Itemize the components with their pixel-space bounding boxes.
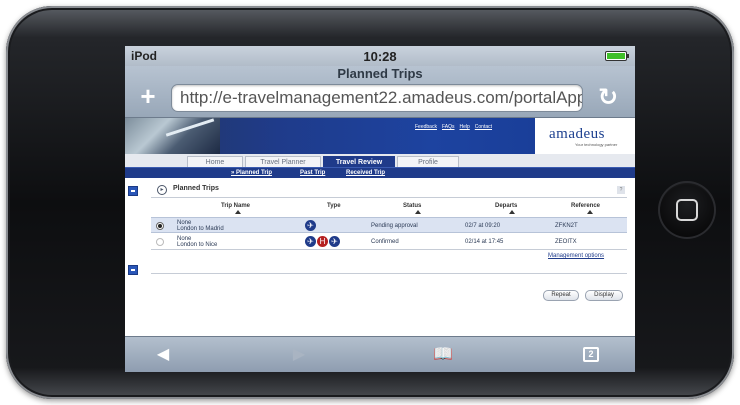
tab-travel-planner[interactable]: Travel Planner bbox=[245, 156, 321, 167]
collapse-toggle-icon[interactable] bbox=[128, 186, 138, 196]
subnav-past-trip[interactable]: Past Trip bbox=[300, 168, 325, 179]
feedback-link[interactable]: Feedback bbox=[415, 124, 437, 130]
contact-link[interactable]: Contact bbox=[475, 124, 492, 130]
tab-profile[interactable]: Profile bbox=[397, 156, 459, 167]
trip-route: London to Nice bbox=[177, 242, 218, 248]
col-type[interactable]: Type bbox=[327, 203, 341, 209]
pages-icon[interactable]: 2 bbox=[583, 347, 599, 362]
page-title: Planned Trips bbox=[337, 66, 423, 81]
banner-image bbox=[125, 118, 220, 154]
trip-reference: ZEOITX bbox=[555, 239, 577, 245]
logo-box: amadeus Your technology partner bbox=[535, 118, 635, 154]
subnav-received-trip[interactable]: Received Trip bbox=[346, 168, 385, 179]
amadeus-logo: amadeus bbox=[549, 126, 605, 142]
sort-arrow-icon[interactable] bbox=[415, 210, 421, 214]
browser-toolbar: ◀ ▶ 📖 2 bbox=[125, 336, 635, 372]
header-links: Feedback FAQs Help Contact bbox=[415, 124, 497, 130]
logo-tagline: Your technology partner bbox=[575, 142, 618, 147]
row-radio[interactable] bbox=[156, 222, 164, 230]
section-title: Planned Trips bbox=[173, 185, 219, 192]
table-row[interactable]: None London to Nice ✈ H ✈ Confirmed 02/14… bbox=[151, 234, 627, 250]
tab-travel-review[interactable]: Travel Review bbox=[323, 156, 395, 167]
trip-departs: 02/7 at 09:20 bbox=[465, 223, 501, 229]
back-button[interactable]: ◀ bbox=[149, 343, 177, 367]
display-button[interactable]: Display bbox=[585, 290, 623, 301]
browser-url-area: Planned Trips + http://e-travelmanagemen… bbox=[125, 66, 635, 118]
site-tabs: Home Travel Planner Travel Review Profil… bbox=[125, 154, 635, 167]
expand-circle-icon[interactable]: ▸ bbox=[157, 185, 167, 195]
col-status[interactable]: Status bbox=[403, 203, 421, 209]
forward-button[interactable]: ▶ bbox=[285, 343, 313, 367]
management-options-link[interactable]: Management options bbox=[548, 253, 604, 259]
trip-status: Confirmed bbox=[371, 239, 399, 245]
help-icon[interactable]: ? bbox=[617, 186, 625, 194]
home-square-icon bbox=[676, 199, 698, 221]
flight-icon: ✈ bbox=[305, 220, 316, 231]
subnav-planned-trip[interactable]: » Planned Trip bbox=[231, 168, 272, 179]
flight-icon: ✈ bbox=[305, 236, 316, 247]
sort-arrow-icon[interactable] bbox=[509, 210, 515, 214]
repeat-button[interactable]: Repeat bbox=[543, 290, 579, 301]
table-row[interactable]: None London to Madrid ✈ Pending approval … bbox=[151, 217, 627, 233]
clock: 10:28 bbox=[363, 49, 397, 64]
help-link[interactable]: Help bbox=[459, 124, 469, 130]
hotel-icon: H bbox=[317, 236, 328, 247]
faqs-link[interactable]: FAQs bbox=[442, 124, 455, 130]
web-content: Feedback FAQs Help Contact amadeus Your tec… bbox=[125, 118, 635, 336]
col-reference[interactable]: Reference bbox=[571, 203, 600, 209]
row-radio[interactable] bbox=[156, 238, 164, 246]
screen: iPod 10:28 Planned Trips + http://e-trav… bbox=[125, 46, 635, 372]
col-trip-name[interactable]: Trip Name bbox=[221, 203, 250, 209]
sort-arrow-icon[interactable] bbox=[587, 210, 593, 214]
trip-reference: ZFKN2T bbox=[555, 223, 578, 229]
url-field[interactable]: http://e-travelmanagement22.amadeus.com/… bbox=[171, 84, 583, 112]
trip-departs: 02/14 at 17:45 bbox=[465, 239, 504, 245]
sub-navigation: » Planned Trip Past Trip Received Trip bbox=[125, 167, 635, 178]
reload-button[interactable]: ↻ bbox=[593, 83, 623, 113]
site-banner: Feedback FAQs Help Contact amadeus Your tec… bbox=[125, 118, 635, 154]
divider bbox=[151, 273, 627, 274]
home-button[interactable] bbox=[658, 181, 716, 239]
battery-icon bbox=[605, 51, 629, 61]
bookmarks-icon[interactable]: 📖 bbox=[429, 343, 457, 367]
sort-arrow-icon[interactable] bbox=[235, 210, 241, 214]
car-icon: ✈ bbox=[329, 236, 340, 247]
trip-route: London to Madrid bbox=[177, 226, 224, 232]
table-header: Trip Name Type Status Departs Reference bbox=[151, 202, 627, 216]
trip-name: None London to Madrid bbox=[177, 220, 224, 232]
trip-status: Pending approval bbox=[371, 223, 418, 229]
add-bookmark-button[interactable]: + bbox=[137, 83, 159, 109]
tab-home[interactable]: Home bbox=[187, 156, 243, 167]
col-departs[interactable]: Departs bbox=[495, 203, 517, 209]
planned-trips-header: ▸ Planned Trips ? bbox=[151, 184, 627, 198]
trip-name: None London to Nice bbox=[177, 236, 217, 248]
collapse-toggle-icon[interactable] bbox=[128, 265, 138, 275]
status-bar: iPod 10:28 bbox=[125, 46, 635, 66]
